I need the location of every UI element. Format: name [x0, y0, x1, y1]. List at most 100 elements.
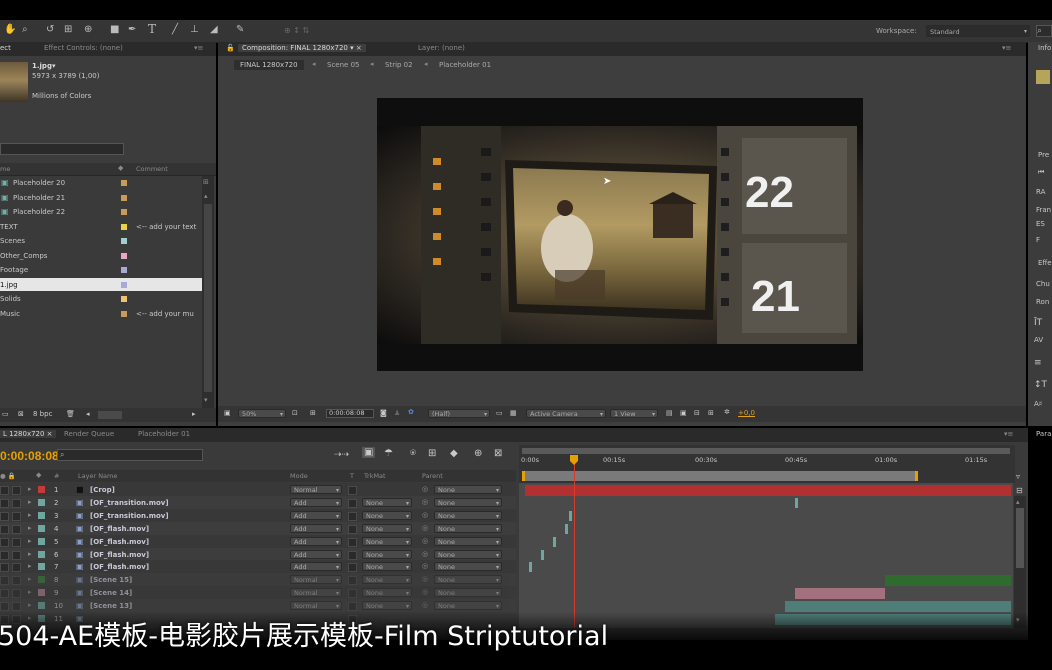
layer-label-color[interactable] [38, 576, 45, 584]
flowchart-icon[interactable]: ⊞ [203, 178, 209, 186]
comp-button-icon[interactable]: ▿ [1016, 472, 1020, 481]
scroll-right-icon[interactable]: ▸ [192, 410, 196, 418]
work-area-range[interactable] [522, 471, 918, 481]
lock-toggle[interactable] [12, 602, 21, 612]
layer-name[interactable]: [OF_flash.mov] [90, 563, 149, 571]
breadcrumb-item[interactable]: Scene 05 [327, 61, 359, 69]
comp-panel-menu-icon[interactable]: ▾≡ [1002, 44, 1011, 52]
work-area-bar[interactable] [522, 448, 1010, 454]
col-trkmat-header[interactable]: TrkMat [364, 472, 386, 480]
track-matte-select[interactable]: None [362, 523, 412, 534]
workspace-select[interactable]: Standard [926, 25, 1030, 38]
trash-icon[interactable]: 🗑 [66, 410, 75, 418]
label-color-swatch[interactable] [121, 238, 127, 244]
hand-icon[interactable]: ✋ [4, 25, 16, 35]
scroll-up-icon[interactable]: ▴ [204, 192, 208, 200]
expand-arrow-icon[interactable]: ▸ [28, 537, 32, 545]
pick-whip-icon[interactable]: ◎ [422, 562, 428, 570]
track-matte-select[interactable]: None [362, 588, 412, 598]
hide-shy-icon[interactable]: ☂ [384, 448, 393, 459]
layer-duration-bar[interactable] [885, 575, 1011, 587]
tab-paragraph[interactable]: Para [1036, 430, 1051, 438]
current-time-field[interactable]: 0:00:08:08 [326, 409, 374, 418]
lock-toggle[interactable] [12, 486, 21, 495]
comp-marker-icon[interactable]: ⊟ [1016, 486, 1023, 495]
tab-timeline-comp[interactable]: L 1280x720 × [0, 430, 56, 438]
expand-arrow-icon[interactable]: ▸ [28, 524, 32, 532]
table-row[interactable]: ▸ 2 ▣ [OF_transition.mov] Add None ◎ None [0, 495, 516, 509]
breadcrumb-item[interactable]: Strip 02 [385, 61, 413, 69]
show-snapshot-icon[interactable]: ♟ [394, 409, 400, 417]
align-icon[interactable]: ≡ [1034, 358, 1042, 368]
col-name-header[interactable]: me [0, 165, 10, 173]
table-row[interactable]: ▸ 4 ▣ [OF_flash.mov] Add None ◎ None [0, 521, 516, 535]
parent-select[interactable]: None [434, 588, 502, 598]
kerning-icon[interactable]: AV [1034, 336, 1043, 344]
snapshot-icon[interactable]: ◙ [380, 409, 387, 417]
auto-keyframe-icon[interactable]: ⊕ [474, 448, 482, 459]
layer-duration-bar[interactable] [785, 601, 1011, 613]
scroll-thumb[interactable] [204, 204, 212, 392]
time-ruler[interactable]: 0:00s 00:15s 00:30s 00:45s 01:00s 01:15s [519, 445, 1015, 483]
tab-effects[interactable]: Effe [1038, 259, 1052, 267]
label-color-swatch[interactable] [121, 180, 127, 186]
parent-select[interactable]: None [434, 497, 502, 508]
preserve-transparency-toggle[interactable] [348, 589, 357, 599]
zoom-icon[interactable]: ⌕ [22, 25, 28, 35]
parent-select[interactable]: None [434, 523, 502, 534]
layer-label-color[interactable] [38, 602, 45, 610]
expand-arrow-icon[interactable]: ▸ [28, 588, 32, 596]
always-preview-icon[interactable]: ▣ [224, 409, 231, 417]
table-row[interactable]: ▸ 8 ▣ [Scene 15] Normal None ◎ None [0, 573, 516, 587]
track-matte-select[interactable]: None [362, 575, 412, 585]
blend-mode-select[interactable]: Add [290, 549, 342, 560]
safe-zones-icon[interactable]: ⊞ [310, 409, 316, 417]
layer-label-color[interactable] [38, 563, 45, 571]
layer-duration-bar[interactable] [795, 497, 798, 508]
layer-label-color[interactable] [38, 511, 45, 519]
label-color-swatch[interactable] [121, 310, 127, 317]
project-list-item[interactable]: 1.jpg [0, 277, 202, 291]
frame-blending-icon[interactable]: ⍟ [410, 448, 416, 459]
project-list-item[interactable]: TEXT <-- add your text [0, 220, 202, 233]
layer-name[interactable]: [Crop] [90, 486, 115, 494]
tab-composition[interactable]: Composition: FINAL 1280x720 ▾ × [238, 44, 366, 52]
breadcrumb-item[interactable]: Placeholder 01 [439, 61, 491, 69]
track-area[interactable] [519, 483, 1013, 628]
blend-mode-select[interactable]: Add [290, 562, 342, 572]
puppet-pin-icon[interactable]: ✎ [236, 25, 244, 35]
expand-arrow-icon[interactable]: ▸ [28, 575, 32, 583]
zoom-select[interactable]: 50% [238, 409, 286, 419]
blend-mode-select[interactable]: Normal [290, 601, 342, 611]
timeline-search-input[interactable]: ⌕ [57, 449, 203, 461]
view-layout-select[interactable]: 1 View [610, 409, 658, 419]
pick-whip-icon[interactable]: ◎ [422, 485, 428, 493]
toggle-pixel-icon[interactable]: ▤ [666, 409, 673, 417]
expand-arrow-icon[interactable]: ▸ [28, 562, 32, 570]
expand-arrow-icon[interactable]: ▸ [28, 511, 32, 519]
expand-arrow-icon[interactable]: ▸ [28, 601, 32, 609]
timeline-timecode[interactable]: 0:00:08:08 [0, 449, 59, 463]
col-num-header[interactable]: # [54, 472, 59, 480]
baseline-icon[interactable]: A♯ [1034, 400, 1042, 408]
visibility-toggle[interactable] [0, 537, 9, 547]
brainstorm-icon[interactable]: ◆ [450, 448, 458, 459]
draft-3d-icon[interactable]: ▣ [362, 447, 376, 458]
help-search-input[interactable]: ⌕ [1036, 25, 1052, 37]
exposure-icon[interactable]: ✲ [724, 408, 730, 416]
layer-label-color[interactable] [38, 589, 45, 597]
blend-mode-select[interactable]: Add [290, 536, 342, 547]
visibility-toggle[interactable] [0, 486, 9, 495]
expand-arrow-icon[interactable]: ▸ [28, 550, 32, 558]
expand-arrow-icon[interactable]: ▸ [28, 485, 32, 493]
layer-name[interactable]: [Scene 13] [90, 602, 132, 610]
visibility-toggle[interactable] [0, 563, 9, 573]
table-row[interactable]: ▸ 1 ■ [Crop] Normal ◎ None [0, 483, 516, 496]
camera-orbit-icon[interactable]: ⊞ [64, 25, 72, 35]
track-matte-select[interactable]: None [362, 562, 412, 572]
scroll-thumb[interactable] [1016, 508, 1024, 568]
project-list-item[interactable]: ▣ Placeholder 21 [0, 191, 202, 204]
layer-duration-bar[interactable] [565, 523, 568, 534]
layer-name[interactable]: [OF_flash.mov] [90, 525, 149, 533]
preserve-transparency-toggle[interactable] [348, 602, 357, 612]
